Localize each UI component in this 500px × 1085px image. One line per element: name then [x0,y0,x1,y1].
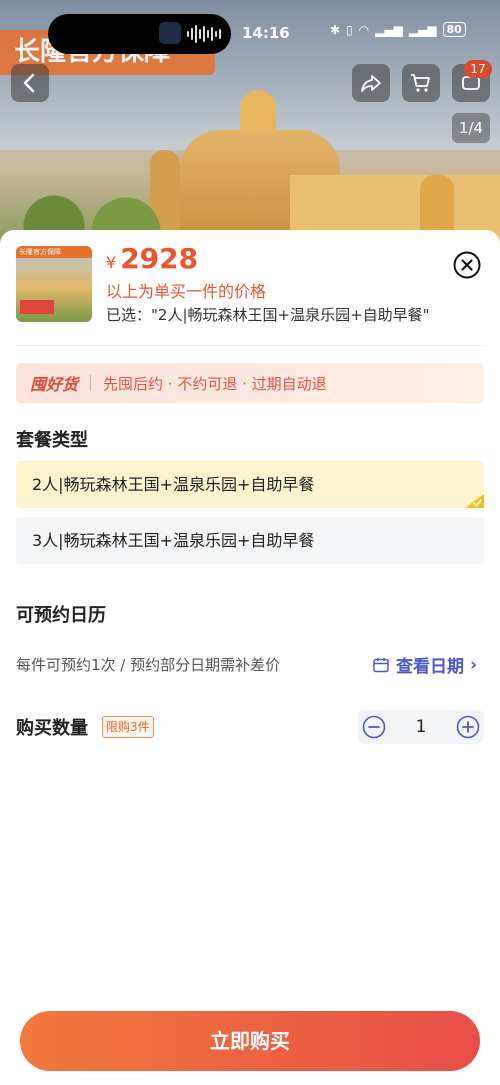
quantity-label: 购买数量 [16,718,88,739]
status-icons: ✱ ▯ ◠ ▂▄▆ ▂▄▆ 80 [330,22,466,37]
view-date-link[interactable]: 查看日期 › [372,652,477,677]
signal-icon: ▂▄▆ [408,22,437,37]
price-note: 以上为单买一件的价格 [106,282,267,301]
chevron-right-icon: › [470,654,478,675]
package-option-label: 2人|畅玩森林王国+温泉乐园+自助早餐 [32,475,315,494]
minus-icon[interactable] [362,715,386,739]
status-pill [48,14,231,54]
chevron-left-icon [23,73,35,93]
plus-icon[interactable] [456,715,480,739]
divider [16,345,484,346]
currency-symbol: ¥ [106,253,117,272]
view-date-label: 查看日期 [396,657,464,677]
share-icon [361,75,381,92]
product-thumbnail[interactable]: 长隆官方保障 [16,246,92,322]
app-icon [159,22,181,44]
quantity-value[interactable]: 1 [416,717,427,737]
message-button[interactable]: 17 [452,60,492,102]
calendar-icon [373,657,389,672]
buy-now-button[interactable]: 立即购买 [20,1011,480,1071]
vibrate-icon: ▯ [346,22,353,37]
close-icon[interactable] [453,251,481,279]
promo-banner: 囤好货 先囤后约 · 不约可退 · 过期自动退 [16,363,484,403]
image-counter: 1/4 [452,113,490,143]
price: ¥ 2928 [106,242,198,275]
cart-button[interactable] [402,64,440,102]
price-value: 2928 [120,242,199,275]
promo-text: 先囤后约 · 不约可退 · 过期自动退 [103,374,327,393]
wifi-icon: ◠ [358,22,370,37]
package-option-3-people[interactable]: 3人|畅玩森林王国+温泉乐园+自助早餐 [16,517,484,564]
battery-icon: 80 [442,22,466,37]
package-option-2-people[interactable]: 2人|畅玩森林王国+温泉乐园+自助早餐 [16,461,484,508]
back-button[interactable] [11,64,49,102]
thumb-label: 长隆官方保障 [16,246,92,258]
check-icon [466,494,484,508]
promo-separator [90,375,92,391]
sku-selector-sheet: 长隆官方保障 ¥ 2928 以上为单买一件的价格 已选："2人|畅玩森林王国+温… [0,230,500,1085]
cart-icon [411,74,430,92]
message-count-badge: 17 [464,60,492,78]
calendar-title: 可预约日历 [16,605,106,626]
quantity-stepper: 1 [358,710,484,744]
thumb-tag [20,300,54,314]
purchase-limit-badge: 限购3件 [102,716,154,738]
audio-wave-icon [187,25,221,43]
status-time: 14:16 [242,24,290,42]
share-button[interactable] [352,64,390,102]
selected-summary: 已选："2人|畅玩森林王国+温泉乐园+自助早餐" [106,306,430,324]
promo-logo: 囤好货 [30,375,79,394]
package-type-title: 套餐类型 [16,430,88,451]
bluetooth-icon: ✱ [330,22,341,37]
signal-icon: ▂▄▆ [375,22,403,37]
calendar-note: 每件可预约1次 / 预约部分日期需补差价 [16,656,281,674]
package-option-label: 3人|畅玩森林王国+温泉乐园+自助早餐 [32,531,315,550]
